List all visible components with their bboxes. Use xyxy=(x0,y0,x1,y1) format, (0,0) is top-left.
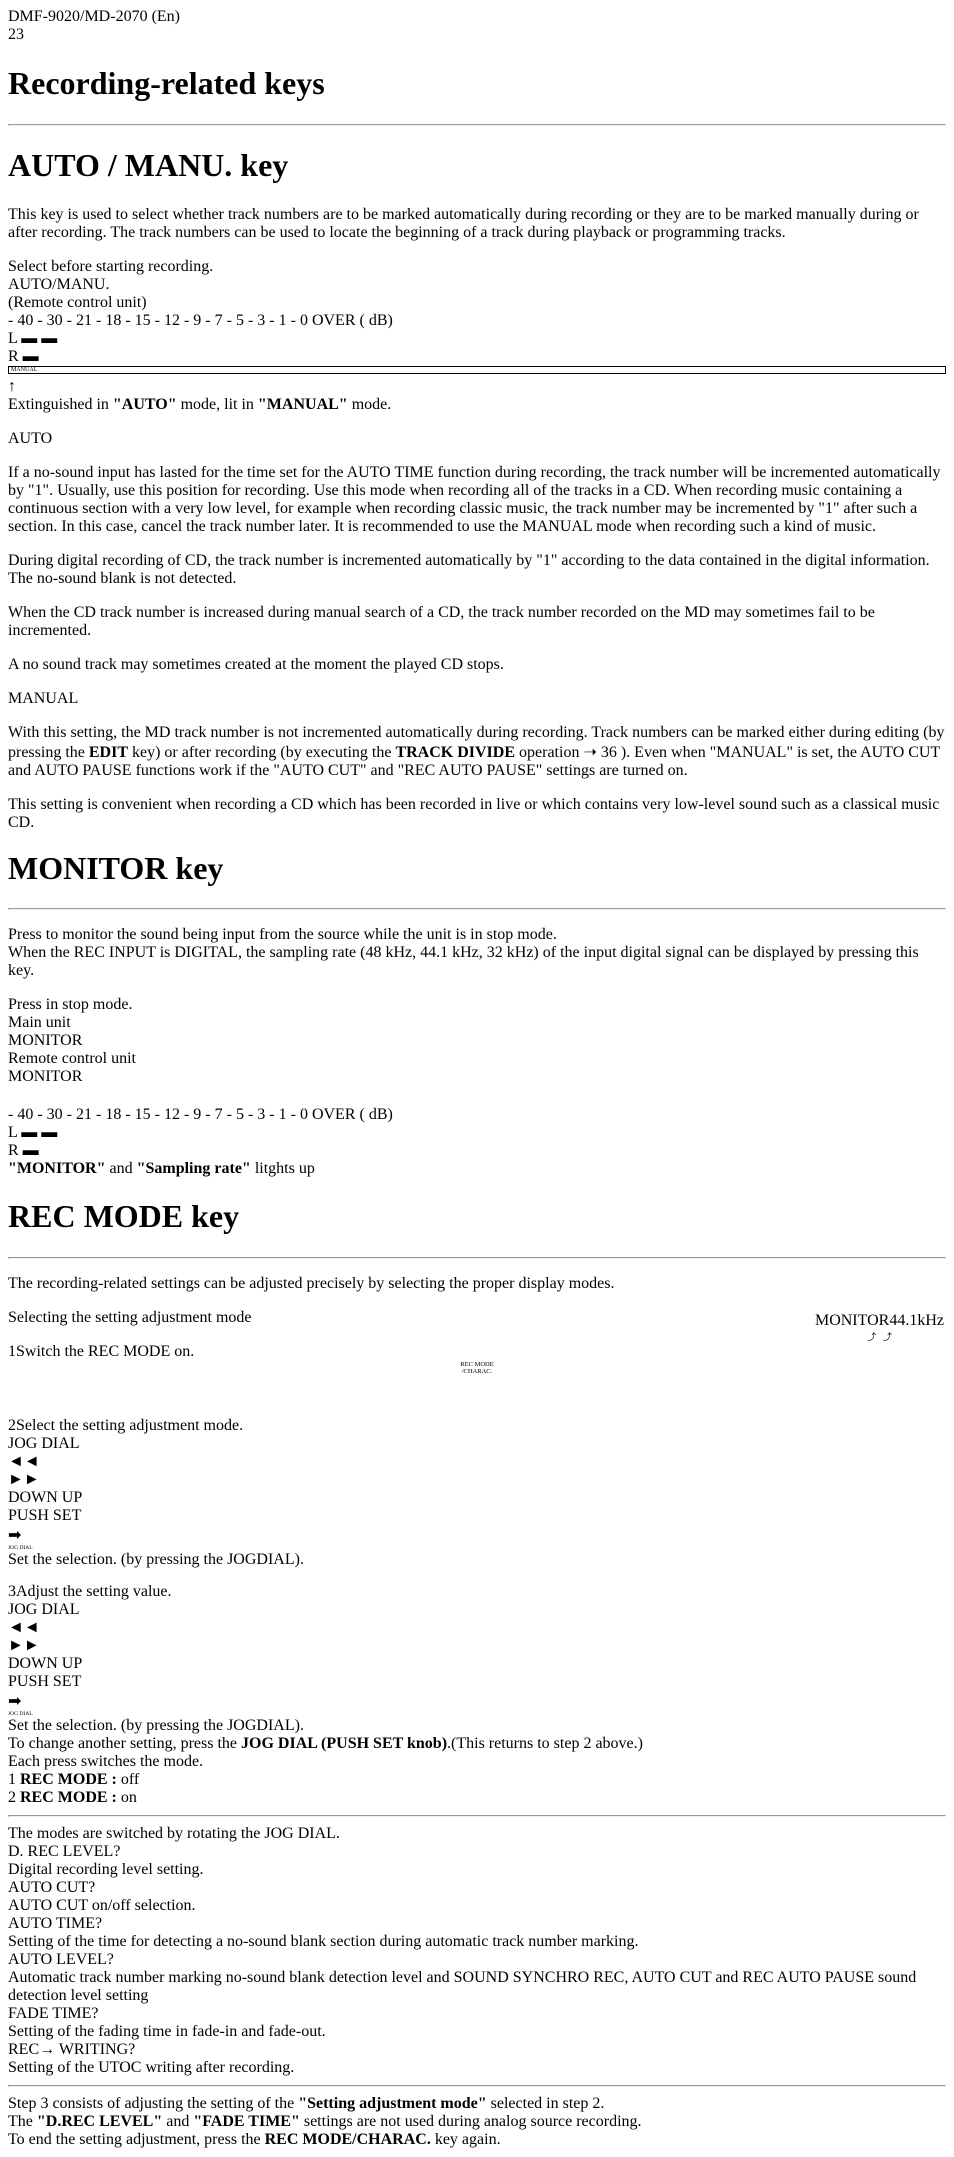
remote-unit-label: Remote control unit xyxy=(8,1050,136,1067)
rec-mode-states: 1 REC MODE : off 2 REC MODE : on xyxy=(8,1771,946,1807)
manual-paragraph-1: With this setting, the MD track number i… xyxy=(8,724,946,780)
button-label-auto-manu: AUTO/MANU. xyxy=(8,276,946,294)
jog-right-icon: ►► xyxy=(8,1471,946,1489)
meter-caption: Extinguished in "AUTO" mode, lit in "MAN… xyxy=(8,396,946,414)
meter-channel-l: L xyxy=(8,330,17,347)
heading-recording-keys: Recording-related keys xyxy=(8,65,946,102)
step-1: 1Switch the REC MODE on. xyxy=(8,1343,946,1361)
panel-title: Select before starting recording. xyxy=(8,258,946,276)
page-reference: 36 xyxy=(601,744,617,761)
mode-row: REC→ WRITING?Setting of the UTOC writing… xyxy=(8,2041,946,2077)
auto-paragraph-1: If a no-sound input has lasted for the t… xyxy=(8,464,946,536)
mode-row: FADE TIME?Setting of the fading time in … xyxy=(8,2005,946,2041)
mode-row: D. REC LEVEL?Digital recording level set… xyxy=(8,1843,946,1879)
recmode-right-col: Each press switches the mode. 1 REC MODE… xyxy=(8,1753,946,2149)
monitor-caption: "MONITOR" and "Sampling rate" litghts up xyxy=(8,1160,946,1178)
arrow-right-icon: ➡ xyxy=(8,1693,21,1710)
meter-channel-r: R xyxy=(8,348,19,365)
heading-auto-manu: AUTO / MANU. key xyxy=(8,147,946,184)
monitor-indicator: MONITOR xyxy=(815,1312,889,1329)
jog-caption: Set the selection. (by pressing the JOGD… xyxy=(8,1551,946,1569)
mode-table: D. REC LEVEL?Digital recording level set… xyxy=(8,1843,946,2077)
mode-row: AUTO CUT?AUTO CUT on/off selection. xyxy=(8,1879,946,1915)
manual-heading: MANUAL xyxy=(8,690,946,708)
remote-unit-box: Remote control unit MONITOR xyxy=(8,1050,946,1106)
monitor-panel: Press in stop mode. Main unit MONITOR Re… xyxy=(8,996,946,1106)
note-3: To end the setting adjustment, press the… xyxy=(8,2131,946,2149)
monitor-button-icon xyxy=(8,1086,56,1106)
manual-indicator: MANUAL xyxy=(8,366,946,374)
sampling-rate-indicator: 44.1kHz xyxy=(889,1312,944,1329)
recmode-subheading: Selecting the setting adjustment mode xyxy=(8,1309,946,1327)
panel-select-before-recording: Select before starting recording. AUTO/M… xyxy=(8,258,946,312)
page-number: 23 xyxy=(8,26,946,44)
jog-caption: Set the selection. (by pressing the JOGD… xyxy=(8,1717,946,1735)
main-unit-label: Main unit xyxy=(8,1014,71,1031)
meter-scale: - 40 - 30 - 21 - 18 - 15 - 12 - 9 - 7 - … xyxy=(8,312,946,330)
auto-paragraph-2: During digital recording of CD, the trac… xyxy=(8,552,946,588)
press-stop-mode-label: Press in stop mode. xyxy=(8,996,946,1014)
monitor-meter-panel: - 40 - 30 - 21 - 18 - 15 - 12 - 9 - 7 - … xyxy=(8,1106,946,1160)
monitor-sublabel: MONITOR xyxy=(8,1032,946,1050)
mode-row: AUTO TIME?Setting of the time for detect… xyxy=(8,1915,946,1951)
heading-monitor: MONITOR key xyxy=(8,850,946,887)
level-meter-panel: - 40 - 30 - 21 - 18 - 15 - 12 - 9 - 7 - … xyxy=(8,312,946,396)
manual-page: { "doc_id": "DMF-9020/MD-2070 (En)", "pa… xyxy=(8,8,946,2149)
recmode-intro: The recording-related settings can be ad… xyxy=(8,1275,946,1293)
jog-dial-label: JOG DIAL xyxy=(8,1435,946,1453)
arrow-right-icon: ➡ xyxy=(8,1527,21,1544)
main-unit-box: Main unit MONITOR xyxy=(8,1014,946,1050)
auto-paragraph-4: A no sound track may sometimes created a… xyxy=(8,656,946,674)
notes-list: Step 3 consists of adjusting the setting… xyxy=(8,2095,946,2149)
monitor-intro: Press to monitor the sound being input f… xyxy=(8,926,946,980)
each-press-label: Each press switches the mode. xyxy=(8,1753,946,1771)
auto-manu-intro: This key is used to select whether track… xyxy=(8,206,946,242)
monitor-sublabel: MONITOR xyxy=(8,1068,946,1086)
recmode-steps-panel: 1Switch the REC MODE on. REC MODE /CHARA… xyxy=(8,1343,946,1753)
auto-heading: AUTO xyxy=(8,430,946,448)
jog-bottom-label: DOWN UPPUSH SET xyxy=(8,1489,946,1525)
step-2: 2Select the setting adjustment mode. xyxy=(8,1417,946,1435)
mode-row: AUTO LEVEL?Automatic track number markin… xyxy=(8,1951,946,2005)
note-1: Step 3 consists of adjusting the setting… xyxy=(8,2095,946,2113)
auto-paragraph-3: When the CD track number is increased du… xyxy=(8,604,946,640)
meter-scale: - 40 - 30 - 21 - 18 - 15 - 12 - 9 - 7 - … xyxy=(8,1106,946,1124)
remote-control-label: (Remote control unit) xyxy=(8,294,946,312)
rec-mode-charac-label: REC MODE /CHARAC. xyxy=(8,1361,946,1375)
manual-paragraph-2: This setting is convenient when recordin… xyxy=(8,796,946,832)
step-3: 3Adjust the setting value. xyxy=(8,1583,946,1601)
doc-id: DMF-9020/MD-2070 (En) xyxy=(8,8,946,26)
jog-left-icon: ◄◄ xyxy=(8,1453,946,1471)
rec-mode-knob-icon xyxy=(8,1375,50,1417)
modes-title: The modes are switched by rotating the J… xyxy=(8,1825,946,1843)
note-2: The "D.REC LEVEL" and "FADE TIME" settin… xyxy=(8,2113,946,2131)
heading-rec-mode: REC MODE key xyxy=(8,1198,946,1235)
step-bottom-note: To change another setting, press the JOG… xyxy=(8,1735,946,1753)
